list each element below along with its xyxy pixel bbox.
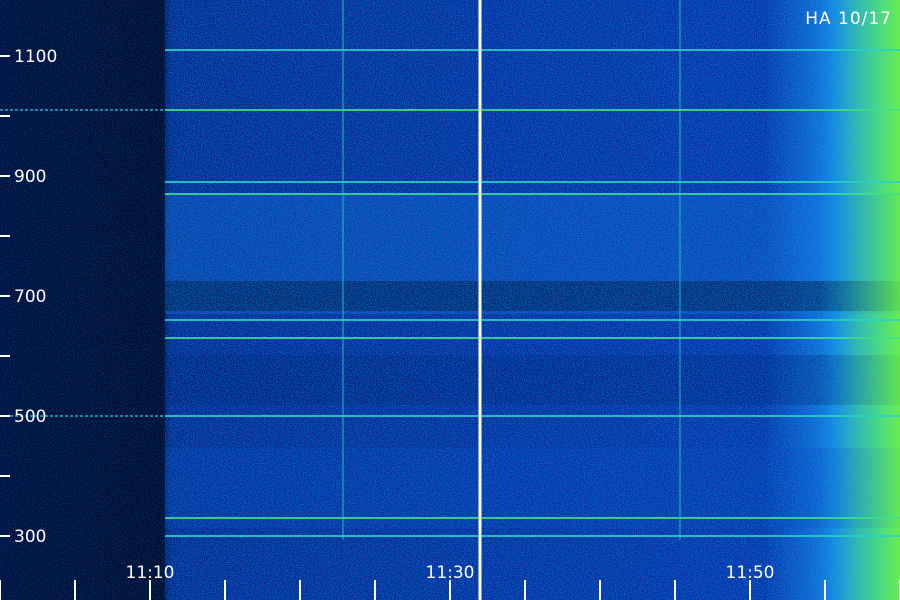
x-tick-label-1: 11:30 <box>426 563 475 583</box>
y-tick-label-900: 900 <box>14 167 46 187</box>
chart-title: HA 10/17 <box>805 9 892 29</box>
spectrogram-chart: 300 500 700 900 1100 11:10 11:30 11:50 HA 10/1… <box>0 0 900 600</box>
y-tick-label-700: 700 <box>14 287 46 307</box>
x-tick-label-0: 11:10 <box>126 563 175 583</box>
x-tick-label-2: 11:50 <box>726 563 775 583</box>
right-edge-glow <box>820 0 900 600</box>
y-tick-label-1100: 1100 <box>14 47 57 67</box>
y-tick-label-300: 300 <box>14 527 46 547</box>
y-tick-label-500: 500 <box>14 407 46 427</box>
